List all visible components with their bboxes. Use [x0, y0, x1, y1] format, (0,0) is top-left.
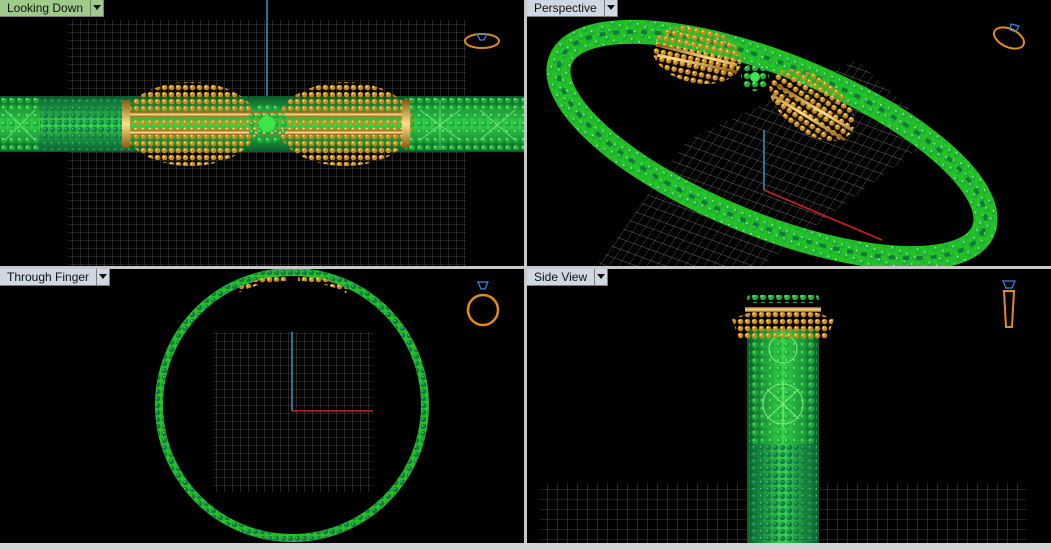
viewport-title: Through Finger — [0, 269, 98, 286]
ring-orientation-icon — [466, 281, 500, 327]
viewport-perspective[interactable]: Perspective — [527, 0, 1051, 266]
viewport-looking-down[interactable]: Looking Down — [0, 0, 524, 266]
dropdown-arrow-icon[interactable] — [91, 0, 105, 17]
status-bar — [0, 543, 1051, 550]
gold-lobe-left — [122, 82, 258, 166]
dropdown-arrow-icon[interactable] — [97, 269, 111, 286]
tab-through-finger[interactable]: Through Finger — [0, 269, 111, 286]
gold-lobe-right — [277, 82, 413, 166]
perspective-scene — [546, 19, 998, 266]
tab-looking-down[interactable]: Looking Down — [0, 0, 105, 17]
viewport-through-finger[interactable]: Through Finger — [0, 269, 524, 543]
viewport-side-view[interactable]: Side View — [527, 269, 1051, 543]
ring-orientation-icon — [1002, 280, 1016, 328]
ring-orientation-icon — [993, 23, 1025, 50]
side-view-scene — [540, 295, 1027, 543]
viewport-divider-horizontal[interactable] — [0, 266, 1051, 269]
gold-crown — [732, 308, 834, 339]
tab-perspective[interactable]: Perspective — [527, 0, 618, 17]
dropdown-arrow-icon[interactable] — [595, 269, 609, 286]
through-finger-scene — [155, 269, 429, 542]
dropdown-arrow-icon[interactable] — [604, 0, 618, 17]
viewport-title: Perspective — [527, 0, 605, 17]
tab-side-view[interactable]: Side View — [527, 269, 609, 286]
viewport-title: Side View — [527, 269, 596, 286]
grid — [213, 332, 373, 492]
ring-orientation-icon — [464, 33, 500, 49]
viewport-title: Looking Down — [0, 0, 92, 17]
center-flower — [747, 295, 819, 303]
looking-down-scene — [0, 0, 524, 266]
